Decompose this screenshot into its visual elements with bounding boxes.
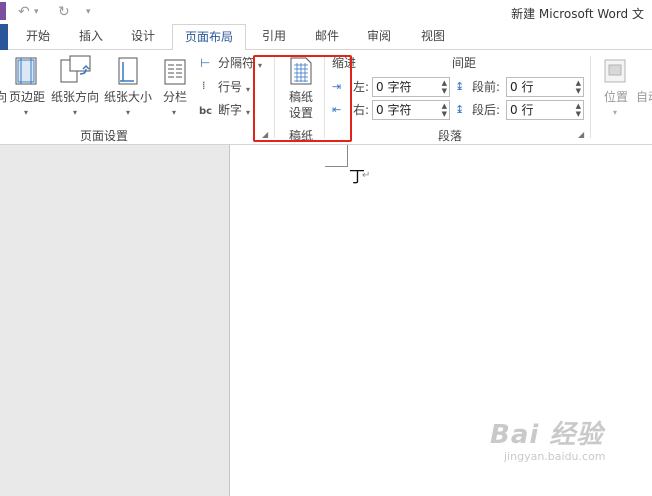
line-numbers-icon: ⁞ <box>202 79 206 92</box>
group-separator <box>590 56 591 138</box>
position-dropdown-icon[interactable]: ▾ <box>613 106 617 120</box>
position-icon <box>604 59 626 83</box>
columns-label[interactable]: 分栏 <box>163 90 187 104</box>
indent-left-value: 0 字符 <box>376 80 412 94</box>
orientation-label[interactable]: 纸张方向 <box>51 90 99 104</box>
spin-up-icon[interactable]: ▲ <box>576 79 581 87</box>
spin-down-icon[interactable]: ▼ <box>442 110 447 118</box>
hyphenation-icon: bc <box>199 106 213 117</box>
undo-icon[interactable]: ↶ <box>18 3 30 21</box>
spin-down-icon[interactable]: ▼ <box>576 87 581 95</box>
orientation-icon <box>60 55 91 83</box>
text-direction-label[interactable]: 向 <box>0 90 7 104</box>
indent-right-value: 0 字符 <box>376 103 412 117</box>
spin-down-icon[interactable]: ▼ <box>442 87 447 95</box>
spacing-before-icon: ↨ <box>455 80 465 93</box>
watermark-url: jingyan.baidu.com <box>504 450 606 463</box>
spacing-header: 间距 <box>452 56 477 70</box>
hyphenation-label[interactable]: 断字 <box>218 103 242 117</box>
tab-references[interactable]: 引用 <box>252 24 296 50</box>
spacing-after-input[interactable]: 0 行 ▲ ▼ <box>506 100 584 120</box>
tab-page-layout[interactable]: 页面布局 <box>172 24 246 51</box>
margins-button[interactable] <box>12 56 40 86</box>
margins-dropdown-icon[interactable]: ▾ <box>24 106 28 120</box>
page-setup-group-title: 页面设置 <box>80 129 129 143</box>
orientation-dropdown-icon[interactable]: ▾ <box>73 106 77 120</box>
file-tab[interactable] <box>0 24 8 50</box>
columns-icon <box>164 59 186 85</box>
orientation-button[interactable] <box>58 54 92 86</box>
columns-dropdown-icon[interactable]: ▾ <box>172 106 176 120</box>
indent-left-label: 左: <box>353 80 370 94</box>
line-numbers-dropdown-icon[interactable]: ▾ <box>246 83 250 97</box>
indent-right-label: 右: <box>353 103 370 117</box>
wrap-text-label[interactable]: 自动 <box>636 90 652 104</box>
margins-icon <box>15 57 37 85</box>
spacing-after-label: 段后: <box>472 103 501 117</box>
highlight-box <box>253 55 352 142</box>
spin-up-icon[interactable]: ▲ <box>442 79 447 87</box>
spacing-after-value: 0 行 <box>510 103 534 117</box>
tab-home[interactable]: 开始 <box>14 24 62 50</box>
tab-mailings[interactable]: 邮件 <box>304 24 350 50</box>
tab-review[interactable]: 审阅 <box>356 24 402 50</box>
size-dropdown-icon[interactable]: ▾ <box>126 106 130 120</box>
size-button[interactable] <box>114 56 142 86</box>
size-label[interactable]: 纸张大小 <box>104 90 152 104</box>
app-icon <box>0 2 6 20</box>
position-button[interactable] <box>603 58 627 84</box>
undo-dropdown-icon[interactable]: ▾ <box>34 3 39 21</box>
customize-qat-icon[interactable]: ▾ <box>86 3 91 21</box>
paragraph-launcher-icon[interactable]: ◢ <box>578 130 584 139</box>
spacing-after-icon: ↨ <box>455 103 465 116</box>
hyphenation-dropdown-icon[interactable]: ▾ <box>246 106 250 120</box>
breaks-label[interactable]: 分隔符 <box>218 56 254 70</box>
size-icon <box>118 57 138 85</box>
redo-icon[interactable]: ↻ <box>58 3 70 21</box>
window-title: 新建 Microsoft Word 文 <box>511 7 644 21</box>
title-bar: ↶ ▾ ↻ ▾ 新建 Microsoft Word 文 <box>0 0 652 24</box>
margins-label[interactable]: 页边距 <box>9 90 45 104</box>
spacing-before-label: 段前: <box>472 80 501 94</box>
tab-insert[interactable]: 插入 <box>68 24 114 50</box>
position-label[interactable]: 位置 <box>604 90 628 104</box>
watermark: Bai 经验 jingyan.baidu.com <box>490 420 606 463</box>
margin-marker-vertical <box>347 145 348 167</box>
breaks-icon: ⊢ <box>200 56 211 70</box>
tab-view[interactable]: 视图 <box>410 24 456 50</box>
paragraph-group-title: 段落 <box>438 129 463 143</box>
watermark-brand: Bai 经验 <box>490 420 604 450</box>
spin-up-icon[interactable]: ▲ <box>576 102 581 110</box>
tab-design[interactable]: 设计 <box>120 24 166 50</box>
spacing-before-value: 0 行 <box>510 80 534 94</box>
paragraph-mark: ↵ <box>362 170 371 181</box>
spacing-before-input[interactable]: 0 行 ▲ ▼ <box>506 77 584 97</box>
line-numbers-label[interactable]: 行号 <box>218 80 242 94</box>
spin-down-icon[interactable]: ▼ <box>576 110 581 118</box>
indent-right-input[interactable]: 0 字符 ▲ ▼ <box>372 100 450 120</box>
columns-button[interactable] <box>163 58 187 86</box>
margin-marker-horizontal <box>325 166 348 167</box>
spin-up-icon[interactable]: ▲ <box>442 102 447 110</box>
indent-left-input[interactable]: 0 字符 ▲ ▼ <box>372 77 450 97</box>
ribbon-tabs: 开始 插入 设计 页面布局 引用 邮件 审阅 视图 <box>0 24 652 51</box>
